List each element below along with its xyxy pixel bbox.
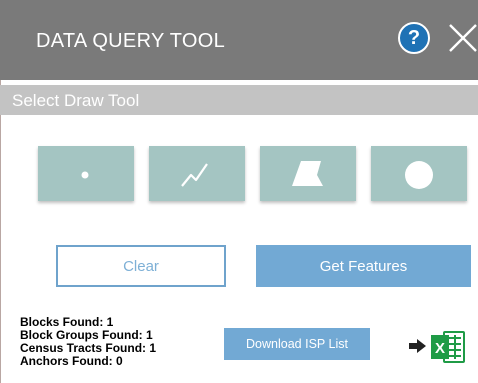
circle-icon bbox=[405, 161, 433, 189]
draw-tool-section-header: Select Draw Tool bbox=[0, 85, 478, 115]
get-features-button[interactable]: Get Features bbox=[256, 245, 471, 287]
polyline-tool-button[interactable] bbox=[149, 146, 245, 201]
panel-title: DATA QUERY TOOL bbox=[36, 30, 226, 52]
point-icon bbox=[81, 171, 89, 179]
clear-button[interactable]: Clear bbox=[56, 245, 226, 287]
draw-tool-title: Select Draw Tool bbox=[12, 91, 140, 110]
anchors-found-text: Anchors Found: 0 bbox=[20, 354, 123, 368]
circle-tool-button[interactable] bbox=[371, 146, 467, 201]
panel-left-border bbox=[0, 80, 1, 383]
excel-letter: X bbox=[435, 340, 445, 357]
point-tool-button[interactable] bbox=[38, 146, 134, 201]
polyline-icon bbox=[181, 163, 208, 187]
arrow-right-icon bbox=[409, 339, 426, 353]
polygon-icon bbox=[292, 161, 323, 186]
download-isp-list-button[interactable]: Download ISP List bbox=[224, 328, 370, 360]
data-query-panel: DATA QUERY TOOL ? Select Draw Tool Clear… bbox=[0, 0, 478, 383]
results-summary: Blocks Found: 1 Block Groups Found: 1 Ce… bbox=[20, 316, 156, 368]
panel-header: DATA QUERY TOOL ? bbox=[0, 0, 478, 80]
question-circle-icon: ? bbox=[407, 27, 421, 49]
polygon-tool-button[interactable] bbox=[260, 146, 356, 201]
excel-icon[interactable]: X bbox=[430, 330, 466, 364]
help-button[interactable]: ? bbox=[398, 22, 430, 54]
close-x-icon[interactable] bbox=[445, 20, 478, 56]
